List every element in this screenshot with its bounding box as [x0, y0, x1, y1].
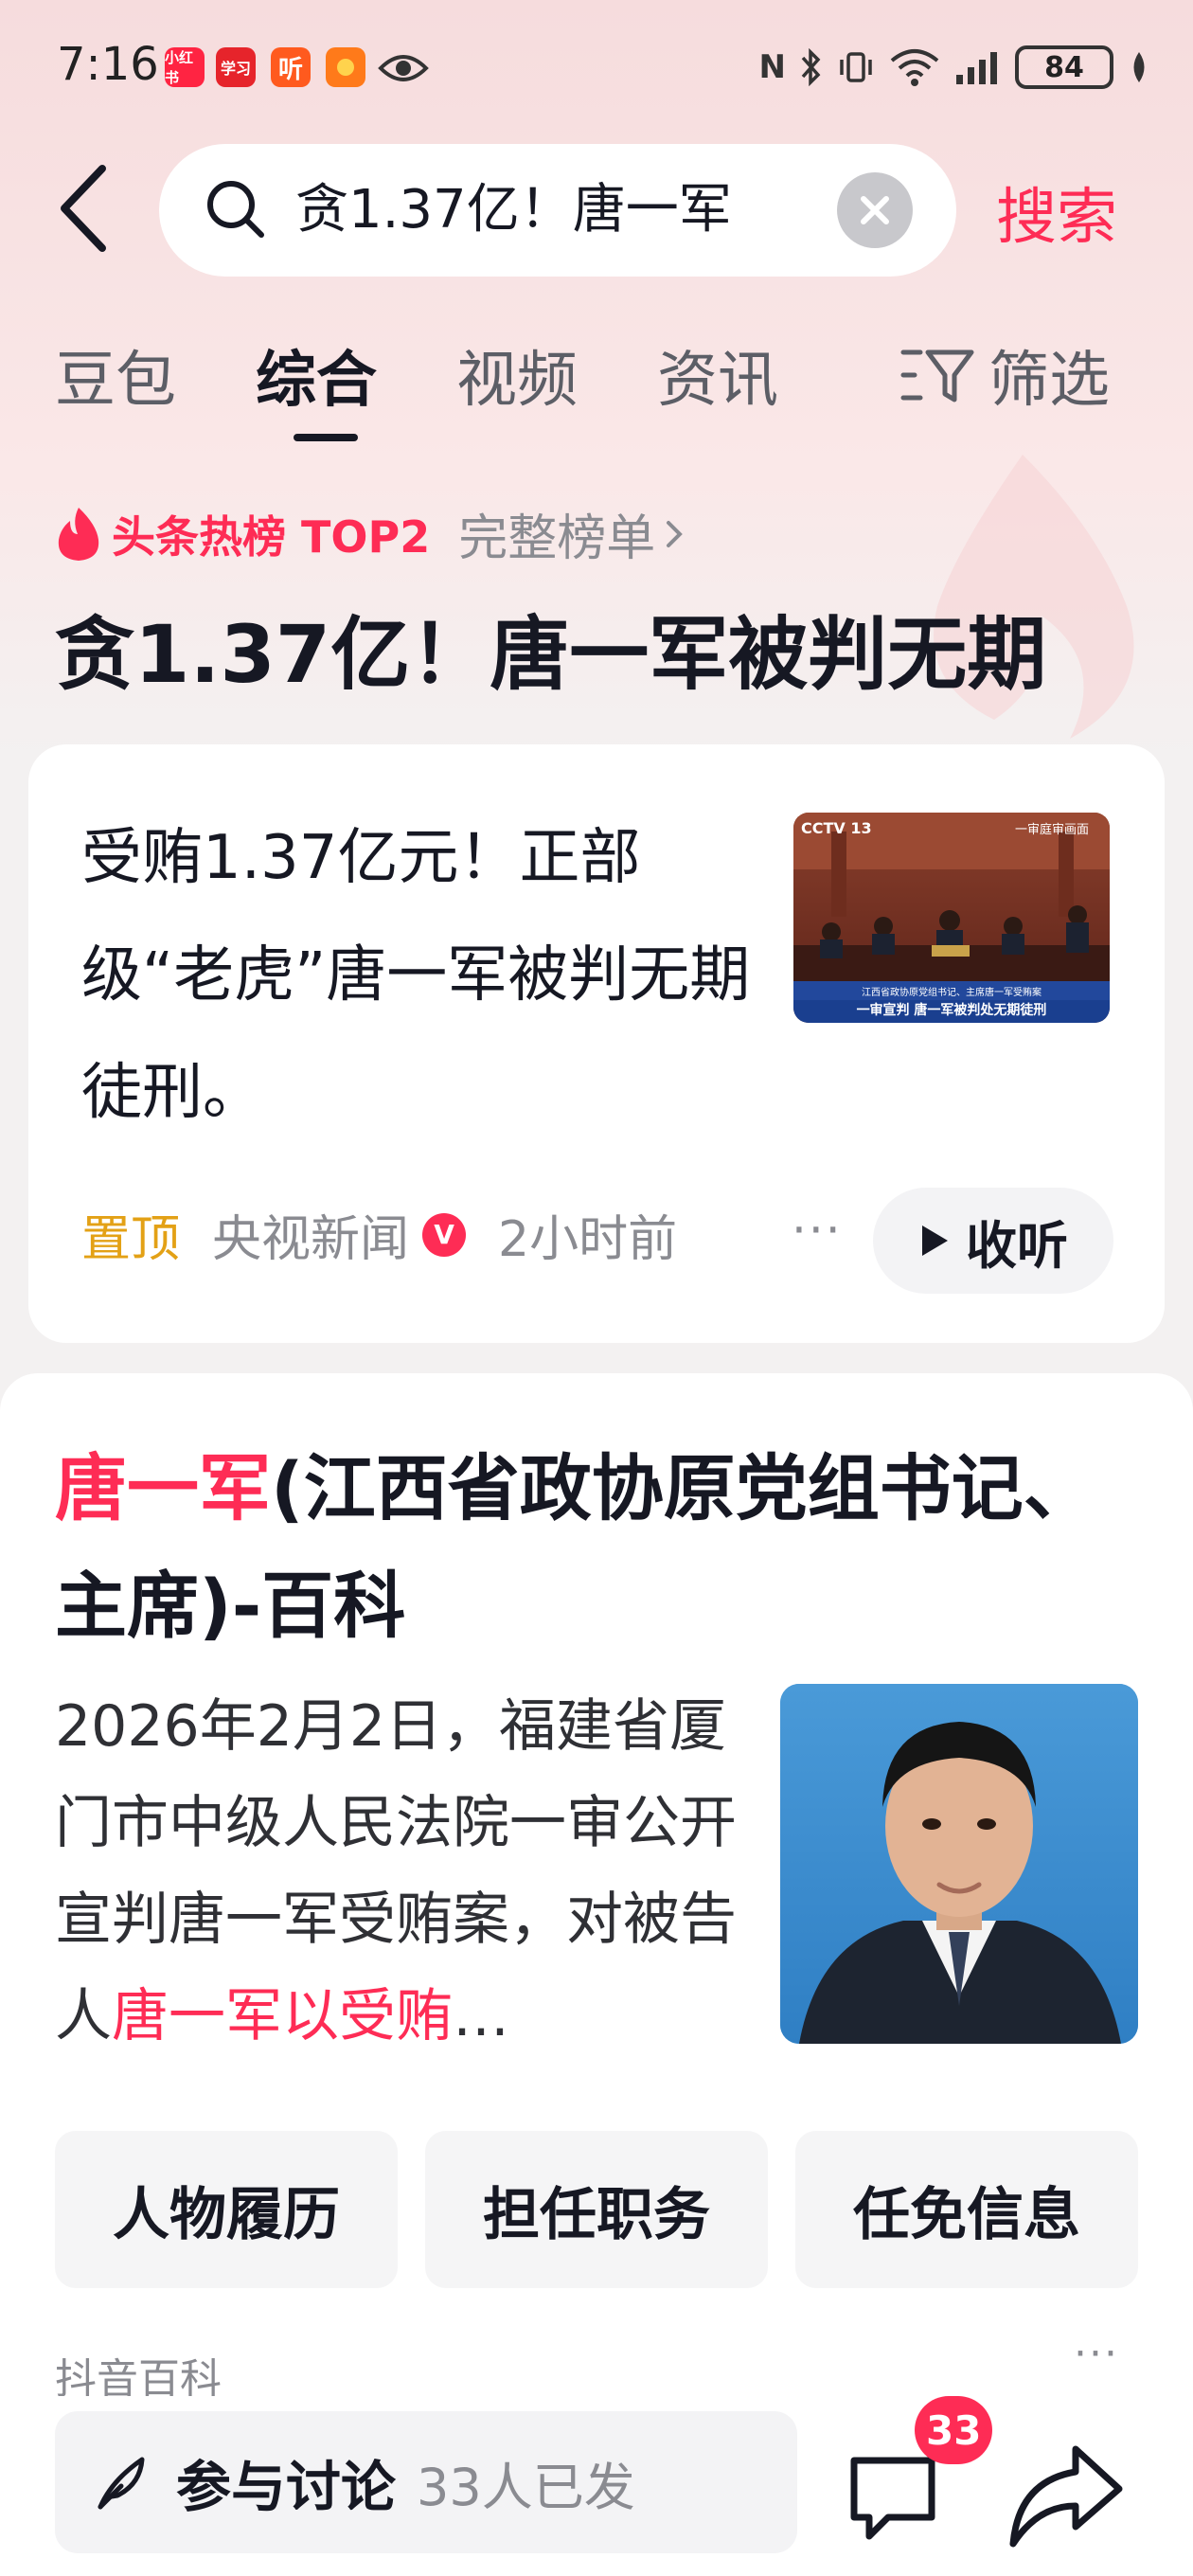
status-bar: 7:16 小红书 学习 听 N 84	[0, 0, 1193, 133]
nfc-icon: N	[758, 48, 786, 86]
back-arrow-icon	[61, 165, 106, 252]
signal-icon	[956, 52, 997, 84]
wifi-icon	[890, 49, 939, 86]
tab-general[interactable]: 综合	[256, 331, 377, 419]
status-time: 7:16	[57, 38, 159, 91]
close-icon	[861, 196, 889, 224]
full-list-link[interactable]: 完整榜单	[458, 498, 655, 569]
clear-search-button[interactable]	[837, 172, 913, 248]
bottom-bar: 参与讨论 33人已发 33	[0, 2396, 1193, 2576]
portrait-image	[780, 1684, 1138, 2044]
pinned-tag: 置顶	[81, 1211, 181, 1268]
join-discussion-input[interactable]: 参与讨论 33人已发	[55, 2411, 797, 2553]
play-icon	[922, 1225, 948, 1256]
encyclopedia-summary[interactable]: 2026年2月2日，福建省厦门市中级人民法院一审公开宣判唐一军受贿案，对被告人唐…	[55, 1678, 746, 2065]
back-button[interactable]	[51, 161, 117, 256]
status-right-icons: N 84	[759, 44, 1151, 91]
app-icon	[326, 47, 365, 87]
title-highlight: 唐一军	[55, 1446, 271, 1530]
news-source[interactable]: 央视新闻	[212, 1199, 409, 1270]
news-card[interactable]: 受贿1.37亿元！正部级“老虎”唐一军被判无期徒刑。 CCTV 13 一审庭审画…	[28, 744, 1165, 1343]
share-icon	[1009, 2445, 1123, 2548]
xuexi-icon: 学习	[216, 47, 256, 87]
feather-pen-icon	[98, 2457, 145, 2510]
tab-news[interactable]: 资讯	[657, 331, 778, 419]
thumb-channel-logo: CCTV 13	[801, 819, 872, 837]
chevron-right-icon	[667, 520, 684, 547]
share-button[interactable]	[1004, 2440, 1127, 2553]
summary-ellipsis: …	[453, 1983, 509, 2049]
thumb-caption-1: 江西省政协原党组书记、主席唐一军受贿案	[862, 986, 1042, 998]
news-thumbnail[interactable]: CCTV 13 一审庭审画面 江西省政协原党组书记、主席唐一军受贿案 一审宣判 …	[793, 813, 1110, 1023]
search-button[interactable]: 搜索	[996, 169, 1117, 256]
summary-highlight: 唐一军以受贿	[112, 1983, 453, 2049]
ting-icon: 听	[271, 47, 311, 87]
filter-button[interactable]: 筛选	[899, 331, 1110, 419]
news-text[interactable]: 受贿1.37亿元！正部级“老虎”唐一军被判无期徒刑。	[81, 799, 763, 1152]
tab-doubao[interactable]: 豆包	[55, 331, 176, 419]
active-tab-indicator	[294, 434, 358, 441]
tab-video[interactable]: 视频	[456, 331, 578, 419]
hot-list-row[interactable]: 头条热榜 TOP2 完整榜单	[55, 498, 686, 569]
flame-icon	[58, 507, 99, 561]
comment-count-badge: 33	[915, 2396, 993, 2464]
discuss-label: 参与讨论	[176, 2455, 397, 2519]
xiaohongshu-icon: 小红书	[165, 47, 205, 87]
search-icon	[207, 181, 264, 238]
comment-icon	[850, 2457, 935, 2540]
chip-appointments[interactable]: 任免信息	[795, 2131, 1138, 2288]
thumb-caption-2: 一审宣判 唐一军被判处无期徒刑	[857, 1002, 1047, 1018]
listen-label: 收听	[966, 1215, 1068, 1276]
discuss-count: 33人已发	[417, 2457, 635, 2517]
comment-button[interactable]	[841, 2445, 945, 2549]
news-meta: 置顶 央视新闻 V 2小时前	[81, 1199, 677, 1270]
leaf-icon	[1133, 52, 1145, 82]
portrait-photo[interactable]	[780, 1684, 1138, 2044]
news-time: 2小时前	[498, 1211, 678, 1268]
listen-button[interactable]: 收听	[873, 1188, 1113, 1294]
search-input[interactable]: 贪1.37亿！唐一军	[295, 170, 826, 250]
hot-topic-title[interactable]: 贪1.37亿！唐一军被判无期	[55, 591, 1046, 706]
more-options-icon[interactable]: ···	[792, 1203, 843, 1258]
search-box[interactable]: 贪1.37亿！唐一军	[159, 144, 956, 277]
courtroom-image: CCTV 13 一审庭审画面 江西省政协原党组书记、主席唐一军受贿案 一审宣判 …	[793, 813, 1110, 1023]
result-tabs: 豆包 综合 视频 资讯 筛选	[0, 313, 1193, 445]
chip-biography[interactable]: 人物履历	[55, 2131, 398, 2288]
chip-positions[interactable]: 担任职务	[425, 2131, 768, 2288]
thumb-top-caption: 一审庭审画面	[1015, 822, 1089, 837]
filter-label: 筛选	[988, 346, 1110, 416]
battery-indicator: 84	[1015, 45, 1113, 89]
vibrate-icon	[840, 52, 872, 82]
filter-icon	[900, 349, 974, 402]
encyclopedia-title[interactable]: 唐一军(江西省政协原党组书记、主席)-百科	[55, 1430, 1115, 1665]
verified-icon: V	[422, 1212, 467, 1257]
bluetooth-icon	[801, 48, 821, 86]
hot-rank-label: 头条热榜 TOP2	[112, 510, 431, 563]
eye-icon	[377, 49, 430, 91]
more-options-icon[interactable]: ···	[1074, 2330, 1119, 2378]
